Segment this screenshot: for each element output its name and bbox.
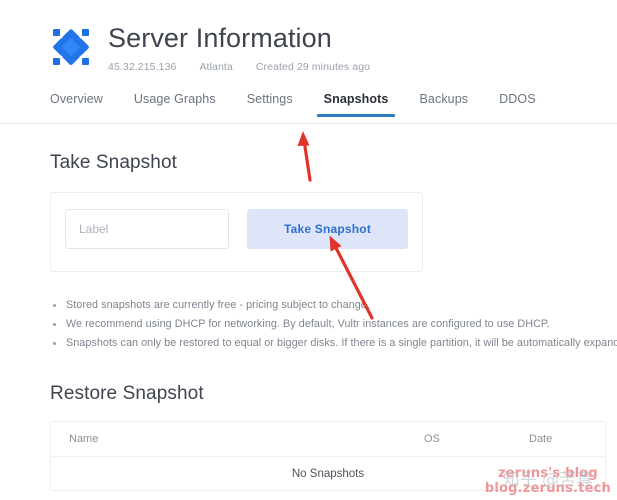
tab-ddos[interactable]: DDOS bbox=[499, 92, 536, 115]
column-header-date: Date bbox=[529, 433, 553, 445]
restore-snapshot-heading: Restore Snapshot bbox=[50, 383, 204, 404]
page-title: Server Information bbox=[108, 23, 332, 53]
table-empty-row: No Snapshots bbox=[51, 457, 605, 490]
snapshot-notes-list: Stored snapshots are currently free - pr… bbox=[50, 296, 617, 353]
take-snapshot-button[interactable]: Take Snapshot bbox=[247, 209, 408, 249]
tab-settings[interactable]: Settings bbox=[247, 92, 293, 115]
table-header-row: Name OS Date bbox=[51, 422, 605, 457]
main-content: Take Snapshot Take Snapshot Stored snaps… bbox=[0, 152, 617, 491]
snapshot-label-input[interactable] bbox=[65, 209, 229, 249]
meta-ip-address: 45.32.215.136 bbox=[108, 61, 177, 73]
empty-state-message: No Snapshots bbox=[291, 467, 365, 480]
meta-created-at: Created 29 minutes ago bbox=[255, 61, 371, 73]
vultr-diamond-logo-icon bbox=[50, 26, 92, 68]
meta-region: Atlanta bbox=[199, 61, 233, 73]
server-meta: 45.32.215.136 Atlanta Created 29 minutes… bbox=[108, 61, 370, 73]
column-header-name: Name bbox=[69, 433, 99, 445]
page-header: Server Information 45.32.215.136 Atlanta… bbox=[0, 0, 617, 73]
tab-snapshots[interactable]: Snapshots bbox=[316, 92, 396, 117]
tab-bar: Overview Usage Graphs Settings Snapshots… bbox=[0, 92, 617, 124]
column-header-os: OS bbox=[424, 433, 440, 445]
note-item: Stored snapshots are currently free - pr… bbox=[50, 296, 617, 315]
title-block: Server Information 45.32.215.136 Atlanta… bbox=[108, 22, 370, 73]
tab-backups[interactable]: Backups bbox=[419, 92, 468, 115]
take-snapshot-card: Take Snapshot bbox=[50, 192, 423, 272]
take-snapshot-heading: Take Snapshot bbox=[50, 152, 177, 173]
note-item: Snapshots can only be restored to equal … bbox=[50, 334, 617, 353]
tab-usage-graphs[interactable]: Usage Graphs bbox=[134, 92, 216, 115]
restore-snapshot-table: Name OS Date No Snapshots bbox=[50, 421, 606, 491]
note-item: We recommend using DHCP for networking. … bbox=[50, 315, 617, 334]
tab-overview[interactable]: Overview bbox=[50, 92, 103, 115]
